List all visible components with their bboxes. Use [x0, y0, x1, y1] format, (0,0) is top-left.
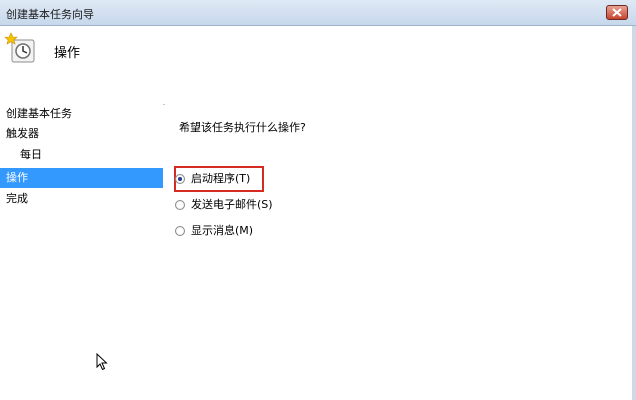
- nav-step-finish[interactable]: 完成: [6, 189, 28, 209]
- action-question: 希望该任务执行什么操作?: [179, 121, 306, 134]
- wizard-steps-nav: 创建基本任务 触发器 每日 操作 完成: [0, 104, 163, 400]
- radio-send-email[interactable]: [175, 200, 185, 210]
- window-title: 创建基本任务向导: [6, 8, 94, 21]
- option-start-program-label: 启动程序(T): [191, 172, 251, 185]
- close-icon: [612, 8, 622, 17]
- nav-step-create-basic-task[interactable]: 创建基本任务: [6, 104, 72, 124]
- radio-display-message[interactable]: [175, 226, 185, 236]
- window-right-edge: [632, 26, 636, 400]
- nav-step-daily[interactable]: 每日: [20, 145, 42, 165]
- task-clock-icon: [4, 32, 35, 63]
- title-bar: 创建基本任务向导: [0, 0, 636, 26]
- option-display-message[interactable]: 显示消息(M): [175, 222, 253, 240]
- wizard-header: 操作: [0, 26, 636, 105]
- wizard-content: 希望该任务执行什么操作? 启动程序(T) 发送电子邮件(S) 显示消息(M): [165, 104, 632, 400]
- nav-step-trigger[interactable]: 触发器: [6, 124, 39, 144]
- close-button[interactable]: [606, 5, 628, 20]
- option-display-message-label: 显示消息(M): [191, 224, 254, 237]
- option-start-program[interactable]: 启动程序(T): [175, 170, 250, 188]
- mouse-cursor-icon: [96, 353, 108, 371]
- option-send-email-label: 发送电子邮件(S): [191, 198, 273, 211]
- nav-step-action[interactable]: 操作: [0, 168, 163, 188]
- radio-start-program[interactable]: [175, 174, 185, 184]
- option-send-email[interactable]: 发送电子邮件(S): [175, 196, 273, 214]
- page-title: 操作: [54, 46, 81, 61]
